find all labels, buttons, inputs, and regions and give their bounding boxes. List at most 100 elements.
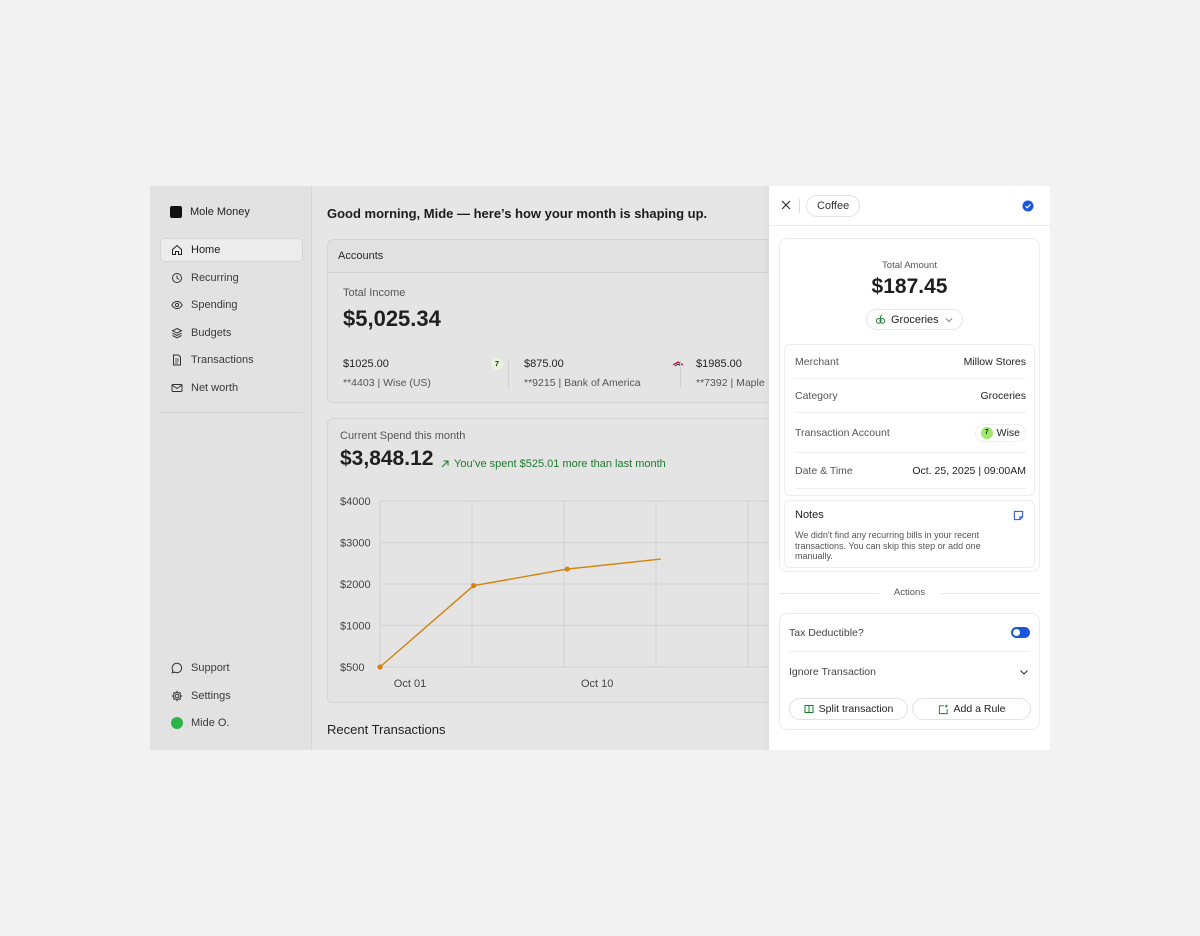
notes-section: Notes We didn't find any recurring bills…: [784, 500, 1035, 568]
sidebar-item-home[interactable]: Home: [160, 238, 303, 262]
data-point: [471, 583, 477, 589]
account-item[interactable]: $1025.00 **4403 | Wise (US) 7: [343, 358, 513, 389]
notes-title: Notes: [795, 509, 824, 521]
detail-row-category: Category Groceries: [795, 379, 1026, 413]
sidebar-item-label: Support: [191, 662, 230, 674]
app-name: Mole Money: [190, 206, 250, 218]
sidebar-item-label: Net worth: [191, 381, 239, 394]
data-point: [564, 566, 570, 572]
account-amount: $875.00: [524, 358, 564, 370]
account-detail: **4403 | Wise (US): [343, 377, 431, 389]
detail-row-account: Transaction Account 7 Wise: [795, 413, 1026, 453]
y-tick-label: $1000: [340, 621, 371, 633]
detail-key: Date & Time: [795, 464, 853, 477]
tax-deductible-toggle[interactable]: [1011, 627, 1030, 638]
transaction-details: Merchant Millow Stores Category Grocerie…: [784, 344, 1035, 496]
brand[interactable]: Mole Money: [170, 206, 250, 218]
account-detail: **9215 | Bank of America: [524, 377, 641, 389]
ignore-transaction-label: Ignore Transaction: [789, 666, 876, 678]
eye-icon: [171, 300, 183, 310]
logo-icon: [170, 206, 182, 218]
panel-header: Coffee: [769, 186, 1050, 226]
total-amount-label: Total Amount: [882, 260, 937, 271]
tax-deductible-row: Tax Deductible?: [789, 614, 1030, 652]
edit-note-icon[interactable]: [1013, 510, 1024, 521]
detail-value[interactable]: 7 Wise: [974, 423, 1026, 442]
chat-icon: [171, 662, 183, 674]
sidebar-item-spending[interactable]: Spending: [160, 293, 303, 317]
recurring-icon: [172, 272, 182, 283]
sidebar-nav: Home Recurring Spending Budgets Transact…: [160, 238, 303, 403]
divider-line: [940, 593, 1040, 594]
y-tick-label: $3000: [340, 538, 371, 550]
spend-label: Current Spend this month: [340, 430, 466, 442]
spend-trend-text: You’ve spent $525.01 more than last mont…: [454, 458, 666, 470]
sidebar-item-support[interactable]: Support: [160, 656, 303, 680]
sidebar-item-label: Transactions: [191, 354, 254, 366]
transaction-name-chip[interactable]: Coffee: [806, 195, 861, 217]
wise-icon: 7: [980, 426, 993, 439]
x-tick-label: Oct 10: [581, 678, 613, 690]
tax-deductible-label: Tax Deductible?: [789, 626, 864, 639]
sidebar-item-label: Budgets: [191, 326, 232, 339]
user-name: Mide O.: [191, 717, 230, 729]
sidebar-bottom-nav: Support Settings Mide O.: [160, 656, 303, 739]
spend-value: $3,848.12: [340, 447, 434, 470]
sidebar-item-transactions[interactable]: Transactions: [160, 348, 303, 372]
sidebar-item-profile[interactable]: Mide O.: [160, 711, 303, 735]
detail-key: Transaction Account: [795, 426, 890, 439]
detail-key: Category: [795, 389, 838, 402]
document-icon: [173, 354, 181, 366]
account-divider: [508, 360, 509, 388]
split-transaction-label: Split transaction: [818, 703, 894, 715]
sidebar-divider: [160, 412, 303, 413]
account-name: Wise: [996, 426, 1020, 439]
sidebar-item-budgets[interactable]: Budgets: [160, 321, 303, 345]
gear-icon: [171, 690, 183, 701]
avatar: [171, 717, 183, 729]
transaction-summary: Total Amount $187.45 Groceries Merchant …: [779, 238, 1040, 572]
detail-row-date: Date & Time Oct. 25, 2025 | 09:00AM: [795, 453, 1026, 489]
sidebar-item-settings[interactable]: Settings: [160, 684, 303, 708]
detail-value: Oct. 25, 2025 | 09:00AM: [912, 464, 1026, 477]
page-title: Good morning, Mide — here’s how your mon…: [327, 206, 708, 221]
x-tick-label: Oct 01: [394, 678, 426, 690]
accounts-card: Accounts Total Income $5,025.34 $1025.00…: [327, 239, 797, 403]
spend-card: Current Spend this month $3,848.12 You’v…: [327, 418, 798, 703]
wise-icon: 7: [491, 358, 503, 370]
ignore-transaction-row[interactable]: Ignore Transaction: [789, 653, 1030, 691]
y-tick-label: $2000: [340, 579, 371, 591]
spend-trend: You’ve spent $525.01 more than last mont…: [440, 458, 666, 470]
add-rule-button[interactable]: Add a Rule: [912, 698, 1031, 720]
transaction-detail-panel: Coffee Total Amount $187.45 Groceries Me…: [769, 186, 1050, 750]
check-circle-icon[interactable]: [1022, 200, 1034, 212]
main-content: Good morning, Mide — here’s how your mon…: [312, 186, 798, 750]
sidebar-item-label: Home: [191, 244, 221, 256]
category-dropdown[interactable]: Groceries: [866, 309, 963, 330]
sidebar: Mole Money Home Recurring Spending Budge…: [150, 186, 312, 750]
sidebar-item-recurring[interactable]: Recurring: [160, 266, 303, 290]
groceries-icon: [875, 314, 886, 324]
data-point: [377, 664, 383, 670]
total-income-label: Total Income: [343, 287, 406, 299]
detail-value: Groceries: [980, 389, 1026, 402]
sidebar-item-label: Settings: [191, 689, 231, 702]
sidebar-item-label: Spending: [191, 299, 238, 311]
y-tick-label: $500: [340, 662, 364, 674]
spend-chart: $4000 $3000 $2000 $1000 $500 Oct 01 Oct 10: [340, 496, 798, 690]
sidebar-item-label: Recurring: [191, 271, 239, 284]
detail-key: Merchant: [795, 355, 839, 368]
close-icon[interactable]: [780, 199, 792, 211]
split-transaction-button[interactable]: Split transaction: [789, 698, 908, 720]
account-item[interactable]: $875.00 **9215 | Bank of America: [524, 358, 694, 389]
category-chip-label: Groceries: [891, 313, 939, 326]
mail-icon: [171, 383, 183, 392]
arrow-up-right-icon: [441, 460, 449, 468]
accounts-card-title: Accounts: [328, 240, 796, 273]
account-amount: $1025.00: [343, 358, 389, 370]
total-income-value: $5,025.34: [343, 306, 441, 331]
sidebar-item-net-worth[interactable]: Net worth: [160, 376, 303, 400]
account-divider: [680, 360, 681, 388]
actions-divider: Actions: [779, 586, 1040, 600]
header-divider: [799, 199, 800, 213]
